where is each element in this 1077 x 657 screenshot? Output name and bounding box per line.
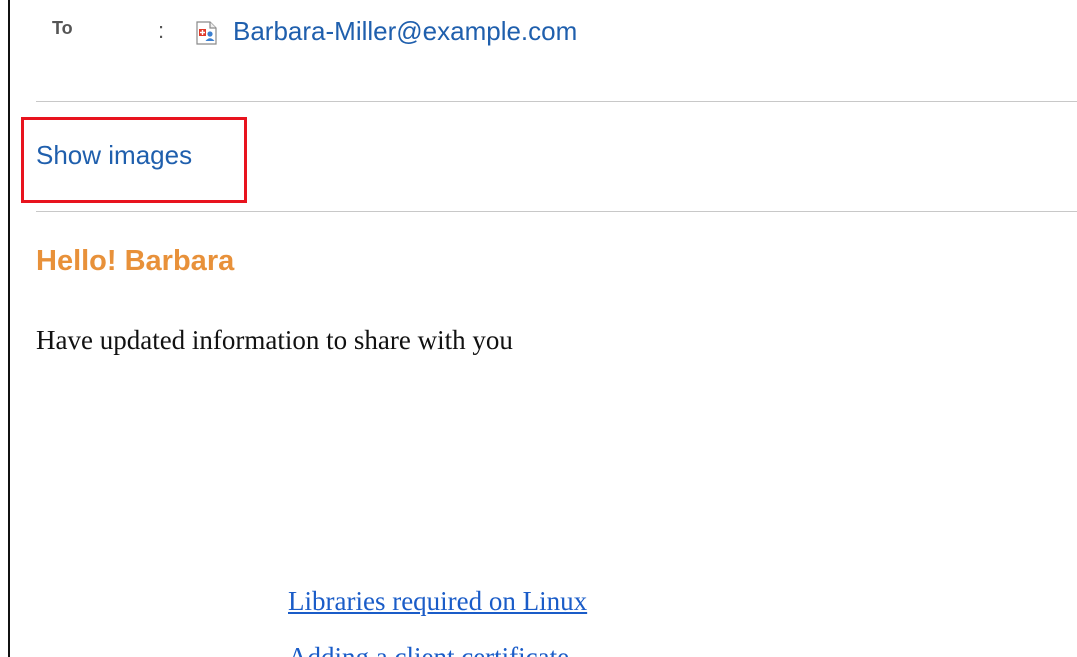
recipient-email-link[interactable]: Barbara-Miller@example.com bbox=[233, 16, 577, 47]
message-body: Have updated information to share with y… bbox=[36, 325, 513, 355]
header-divider bbox=[36, 101, 1077, 102]
to-separator: : bbox=[158, 18, 165, 43]
show-images-link[interactable]: Show images bbox=[36, 140, 192, 171]
client-certificate-link[interactable]: Adding a client certificate bbox=[288, 642, 569, 657]
window-left-border bbox=[8, 0, 10, 657]
linux-libraries-link[interactable]: Libraries required on Linux bbox=[288, 586, 587, 617]
contact-card-icon bbox=[194, 20, 220, 46]
to-label: To bbox=[52, 18, 73, 38]
recipient-row: To : Barbara-Miller@example.com bbox=[0, 0, 1077, 60]
content-divider bbox=[36, 211, 1077, 212]
greeting-heading: Hello! Barbara bbox=[36, 245, 235, 277]
